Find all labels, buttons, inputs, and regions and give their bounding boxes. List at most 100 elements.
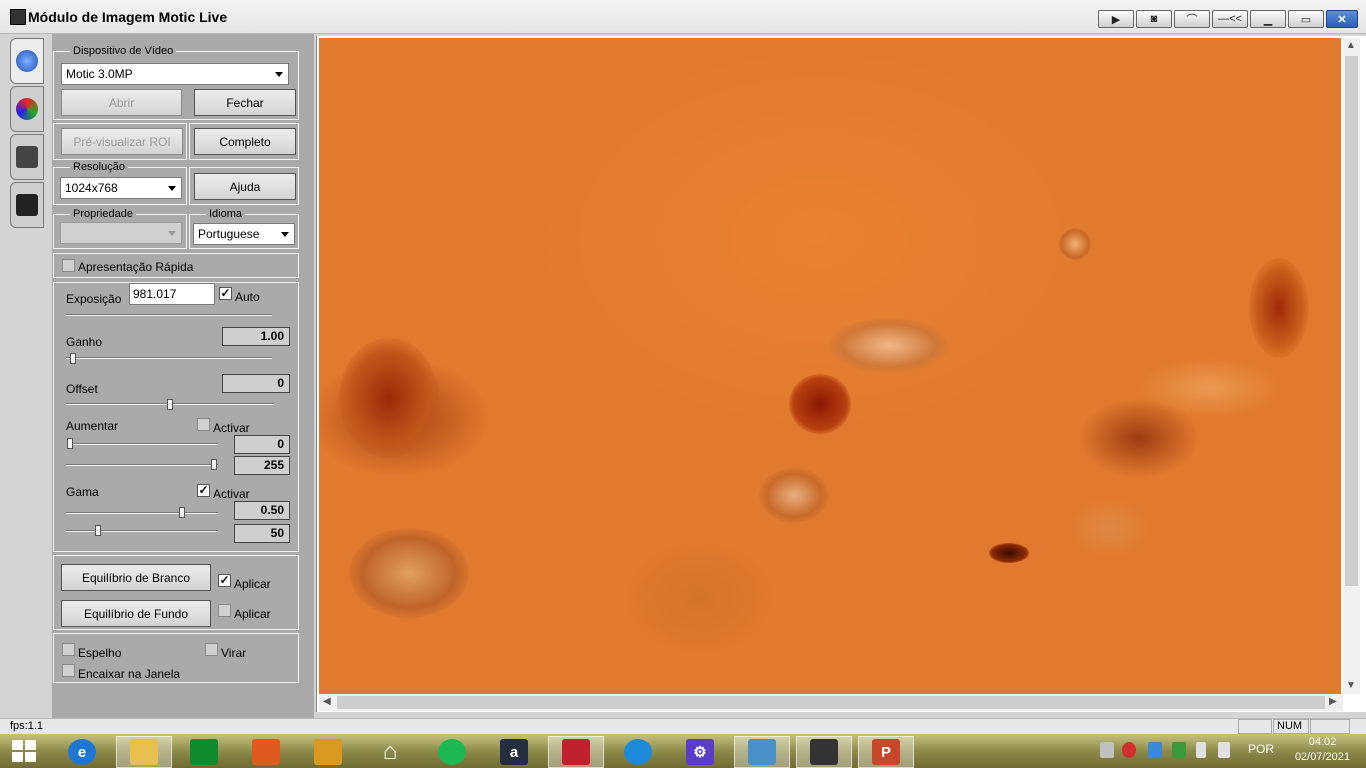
exposure-auto-label: Auto (235, 290, 260, 304)
gamma-slider1-thumb[interactable] (179, 507, 185, 518)
gain-slider-thumb[interactable] (70, 353, 76, 364)
amazon-icon: a (500, 739, 528, 765)
chevron-down-icon (275, 72, 283, 77)
vertical-scroll-thumb[interactable] (1345, 56, 1358, 586)
security-icon[interactable] (1122, 742, 1136, 758)
language-value: Portuguese (198, 227, 260, 241)
enhance-label: Aumentar (66, 419, 119, 433)
enhance-high-slider-track[interactable] (66, 464, 218, 466)
exposure-input[interactable]: 981.017 (129, 283, 215, 305)
taskbar-store[interactable] (176, 736, 232, 768)
collapse-button[interactable]: —<< (1212, 10, 1248, 28)
gamma-activate-checkbox[interactable]: ✓ (197, 484, 210, 497)
language-select[interactable]: Portuguese (193, 223, 295, 245)
taskbar-spotify[interactable] (424, 736, 480, 768)
gain-value: 1.00 (222, 327, 290, 346)
tab-color[interactable] (10, 86, 44, 132)
tab-capture[interactable] (10, 38, 44, 84)
quick-preview-checkbox[interactable] (62, 259, 75, 272)
gamma-slider2-thumb[interactable] (95, 525, 101, 536)
taskbar-settings[interactable]: ⚙ (672, 736, 728, 768)
scroll-up-icon[interactable]: ▲ (1346, 40, 1356, 51)
taskbar-file-explorer[interactable] (116, 736, 172, 768)
close-button[interactable]: ✕ (1326, 10, 1358, 28)
input-language[interactable]: POR (1248, 742, 1274, 756)
help-button[interactable]: Ajuda (194, 173, 296, 200)
property-legend: Propriedade (70, 208, 136, 220)
spotify-icon (438, 739, 466, 765)
title-bar: Módulo de Imagem Motic Live ▶ ◙ ⌒ —<< ▁ … (0, 0, 1366, 34)
taskbar-internet-explorer[interactable]: e (54, 736, 110, 768)
tab-tools[interactable] (10, 134, 44, 180)
notes-icon (314, 739, 342, 765)
flip-checkbox[interactable] (205, 643, 218, 656)
offset-slider-thumb[interactable] (167, 399, 173, 410)
gamma-activate-label: Activar (213, 487, 250, 501)
white-balance-apply-checkbox[interactable]: ✓ (218, 574, 231, 587)
settings-icon: ⚙ (686, 739, 714, 765)
exposure-label: Exposição (66, 292, 122, 306)
enhance-low-slider-thumb[interactable] (67, 438, 73, 449)
gain-label: Ganho (66, 335, 103, 349)
control-panel: Dispositivo de Vídeo Motic 3.0MP Abrir F… (52, 34, 314, 718)
volume-icon[interactable] (1218, 742, 1230, 758)
horizontal-scrollbar[interactable]: ◀ ▶ (319, 694, 1343, 711)
enhance-activate-checkbox[interactable] (197, 418, 210, 431)
taskbar-photos[interactable] (238, 736, 294, 768)
snapshot-button[interactable]: ◙ (1136, 10, 1172, 28)
scroll-right-icon[interactable]: ▶ (1329, 696, 1337, 707)
preview-roi-button[interactable]: Pré-visualizar ROI (61, 128, 183, 155)
full-button[interactable]: Completo (194, 128, 296, 155)
play-button[interactable]: ▶ (1098, 10, 1134, 28)
tab-camera[interactable] (10, 182, 44, 228)
taskbar-edge[interactable] (610, 736, 666, 768)
exposure-auto-checkbox[interactable]: ✓ (219, 287, 232, 300)
enhance-high-slider-thumb[interactable] (211, 459, 217, 470)
cell-cluster (1249, 258, 1309, 358)
check-icon: ✓ (220, 286, 231, 300)
property-select[interactable] (60, 222, 182, 244)
taskbar-home[interactable]: ⌂ (362, 736, 418, 768)
offset-value: 0 (222, 374, 290, 393)
scroll-left-icon[interactable]: ◀ (323, 696, 331, 707)
exposure-slider-track[interactable] (66, 314, 272, 316)
enhance-activate-label: Activar (213, 421, 250, 435)
scroll-down-icon[interactable]: ▼ (1346, 680, 1356, 691)
resolution-select[interactable]: 1024x768 (60, 177, 182, 199)
display-icon[interactable] (1148, 742, 1162, 758)
start-button[interactable] (12, 740, 36, 762)
close-device-button[interactable]: Fechar (194, 89, 296, 116)
network-alert-icon[interactable] (1100, 742, 1114, 758)
microscope-button[interactable]: ⌒ (1174, 10, 1210, 28)
white-balance-button[interactable]: Equilíbrio de Branco (61, 564, 211, 591)
vertical-scrollbar[interactable]: ▲ ▼ (1343, 38, 1360, 694)
mirror-checkbox[interactable] (62, 643, 75, 656)
cell-cluster (339, 338, 439, 458)
clock[interactable]: 04:02 02/07/2021 (1295, 735, 1350, 765)
open-button[interactable]: Abrir (61, 89, 182, 116)
taskbar-motic[interactable] (548, 736, 604, 768)
image-viewport[interactable]: ▲ ▼ ◀ ▶ (316, 36, 1366, 712)
battery-icon[interactable] (1196, 742, 1206, 758)
gamma-slider2-track[interactable] (66, 530, 218, 532)
gain-slider-track[interactable] (66, 357, 272, 359)
taskbar-powerpoint[interactable]: P (858, 736, 914, 768)
taskbar-notes[interactable] (300, 736, 356, 768)
background-balance-apply-checkbox[interactable] (218, 604, 231, 617)
taskbar-amazon[interactable]: a (486, 736, 542, 768)
fit-window-checkbox[interactable] (62, 664, 75, 677)
horizontal-scroll-thumb[interactable] (337, 696, 1325, 709)
resolution-legend: Resolução (70, 161, 128, 173)
taskbar-motic-live[interactable] (796, 736, 852, 768)
maximize-button[interactable]: ▭ (1288, 10, 1324, 28)
update-icon[interactable] (1172, 742, 1186, 758)
enhance-low-slider-track[interactable] (66, 443, 218, 445)
microscope-image (319, 38, 1341, 694)
background-balance-button[interactable]: Equilíbrio de Fundo (61, 600, 211, 627)
taskbar-image-viewer[interactable] (734, 736, 790, 768)
fps-readout: fps:1.1 (10, 720, 44, 732)
video-device-select[interactable]: Motic 3.0MP (61, 63, 289, 85)
clock-time: 04:02 (1308, 736, 1337, 748)
minimize-button[interactable]: ▁ (1250, 10, 1286, 28)
gamma-slider1-track[interactable] (66, 512, 218, 514)
